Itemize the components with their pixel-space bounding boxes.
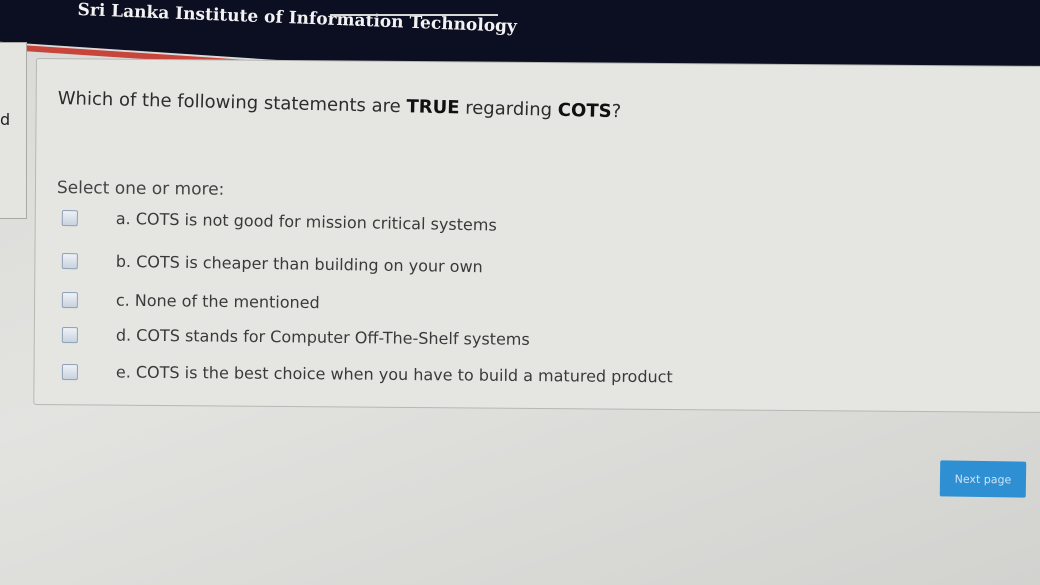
header-divider — [330, 14, 498, 16]
question-text-part: regarding — [459, 97, 559, 121]
question-text-part: ? — [611, 101, 622, 123]
checkbox-a[interactable] — [61, 209, 78, 226]
question-keyword-cots: COTS — [557, 99, 612, 123]
side-panel-fragment — [0, 42, 27, 219]
question-keyword-true: TRUE — [406, 96, 460, 119]
answer-option-c[interactable]: c. None of the mentioned — [61, 290, 320, 313]
next-page-button[interactable]: Next page — [939, 460, 1027, 498]
checkbox-b[interactable] — [61, 252, 78, 269]
checkbox-d[interactable] — [61, 326, 78, 343]
checkbox-c[interactable] — [61, 291, 78, 308]
select-prompt: Select one or more: — [56, 178, 225, 200]
checkbox-e[interactable] — [61, 363, 78, 380]
side-panel-glyph: d — [0, 110, 11, 129]
answer-label-c: c. None of the mentioned — [115, 290, 320, 313]
